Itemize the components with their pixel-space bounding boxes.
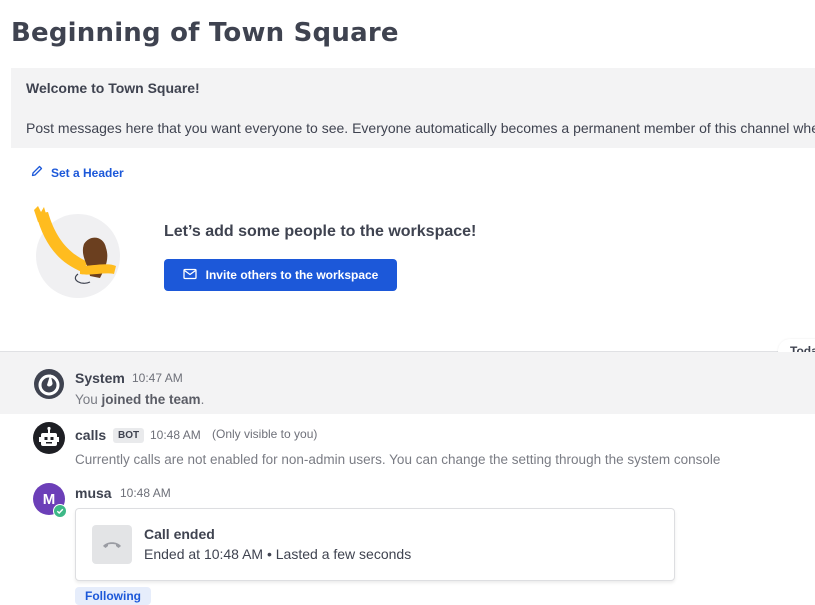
calls-bot-avatar[interactable]	[33, 422, 65, 454]
bot-icon	[39, 426, 59, 446]
system-avatar[interactable]	[33, 368, 65, 400]
post-timestamp[interactable]: 10:48 AM	[150, 428, 201, 442]
envelope-icon	[182, 268, 197, 283]
channel-intro-title: Beginning of Town Square	[11, 18, 399, 48]
only-visible-note: (Only visible to you)	[212, 427, 318, 441]
invite-illustration	[30, 204, 125, 299]
welcome-title: Welcome to Town Square!	[26, 80, 200, 96]
mattermost-logo-icon	[34, 369, 64, 399]
pencil-icon	[31, 165, 43, 180]
set-header-label: Set a Header	[51, 165, 124, 180]
invite-title: Let’s add some people to the workspace!	[164, 223, 477, 240]
post-message: You joined the team.	[75, 392, 205, 407]
welcome-description: Post messages here that you want everyon…	[26, 120, 815, 136]
post-author[interactable]: System	[75, 370, 125, 386]
phone-hangup-icon	[92, 525, 132, 564]
call-title: Call ended	[144, 526, 215, 542]
call-subtitle: Ended at 10:48 AM • Lasted a few seconds	[144, 546, 412, 562]
channel-welcome-box: Welcome to Town Square! Post messages he…	[11, 68, 815, 148]
following-button[interactable]: Following	[75, 587, 151, 605]
invite-button-label: Invite others to the workspace	[205, 268, 379, 282]
post-timestamp[interactable]: 10:48 AM	[120, 486, 171, 500]
set-header-button[interactable]: Set a Header	[31, 165, 124, 180]
bot-badge: BOT	[113, 428, 145, 443]
call-ended-card: Call ended Ended at 10:48 AM • Lasted a …	[75, 508, 675, 581]
post-author[interactable]: calls	[75, 427, 106, 443]
post-author[interactable]: musa	[75, 485, 112, 501]
post-message: Currently calls are not enabled for non-…	[75, 452, 721, 467]
online-status-icon	[53, 504, 67, 518]
post-timestamp[interactable]: 10:47 AM	[132, 371, 183, 385]
invite-others-button[interactable]: Invite others to the workspace	[164, 259, 397, 291]
